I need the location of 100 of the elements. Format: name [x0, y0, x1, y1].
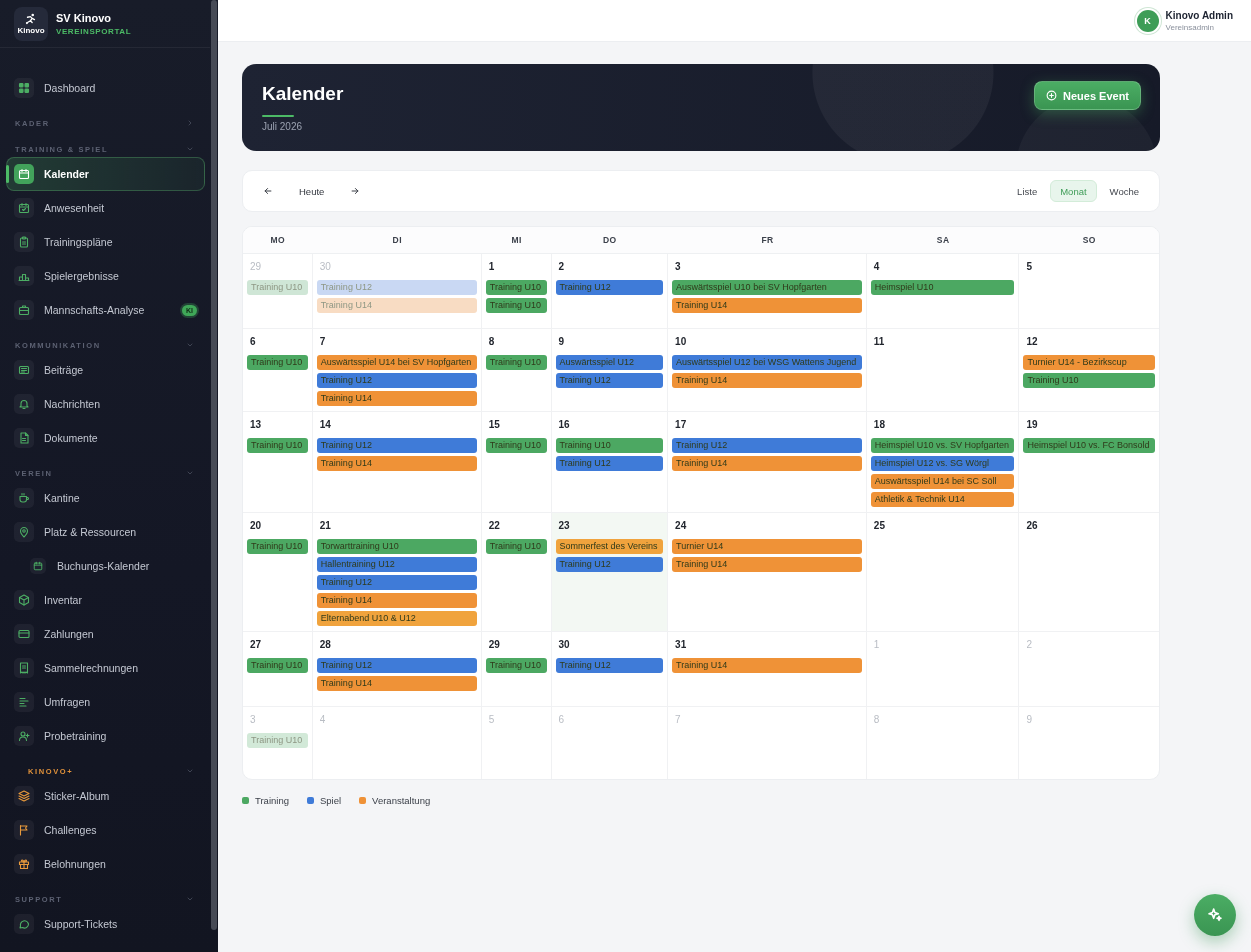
day-cell[interactable]: 24 Turnier U14 Training U14	[668, 513, 867, 632]
calendar-event[interactable]: Athletik & Technik U14	[870, 492, 1015, 507]
nav-item[interactable]: Sticker-Album	[6, 779, 205, 813]
calendar-event[interactable]: Training U10	[247, 355, 308, 370]
day-cell[interactable]: 6 Training U10	[243, 329, 313, 412]
nav-item[interactable]: Spielergebnisse	[6, 259, 205, 293]
calendar-event[interactable]: Training U14	[316, 456, 477, 471]
calendar-event[interactable]: Training U10	[247, 539, 308, 554]
day-cell[interactable]: 5	[1019, 254, 1159, 329]
day-cell[interactable]: 4 Heimspiel U10	[866, 254, 1020, 329]
calendar-event[interactable]: Training U14	[316, 676, 477, 691]
day-cell[interactable]: 19 Heimspiel U10 vs. FC Bonsold	[1019, 412, 1159, 513]
day-cell[interactable]: 20 Training U10	[243, 513, 313, 632]
user-avatar[interactable]: K	[1136, 9, 1159, 32]
calendar-event[interactable]: Training U14	[316, 391, 477, 406]
calendar-event[interactable]: Heimspiel U10 vs. FC Bonsold	[1023, 438, 1155, 453]
nav-item[interactable]: Support-Tickets	[6, 907, 205, 941]
scrollbar-thumb[interactable]	[211, 0, 217, 930]
calendar-event[interactable]: Training U12	[316, 658, 477, 673]
calendar-event[interactable]: Auswärtsspiel U14 bei SV Hopfgarten	[316, 355, 477, 370]
calendar-event[interactable]: Training U10	[485, 280, 547, 295]
day-cell[interactable]: 9 Auswärtsspiel U12 Training U12	[551, 329, 669, 412]
nav-item[interactable]: Umfragen	[6, 685, 205, 719]
nav-item[interactable]: Challenges	[6, 813, 205, 847]
day-cell[interactable]: 23 Sommerfest des Vereins Training U12	[551, 513, 669, 632]
calendar-event[interactable]: Auswärtsspiel U10 bei SV Hopfgarten	[672, 280, 862, 295]
day-cell[interactable]: 12 Turnier U14 - Bezirkscup Training U10	[1019, 329, 1159, 412]
nav-item[interactable]: Buchungs-Kalender	[6, 549, 205, 583]
nav-item[interactable]: Inventar	[6, 583, 205, 617]
calendar-event[interactable]: Training U12	[555, 373, 664, 388]
nav-item[interactable]: Kalender	[6, 157, 205, 191]
calendar-event[interactable]: Training U12	[316, 575, 477, 590]
nav-item[interactable]: Trainingspläne	[6, 225, 205, 259]
view-tab[interactable]: Monat	[1050, 180, 1097, 202]
calendar-event[interactable]: Training U10	[247, 438, 308, 453]
day-cell[interactable]: 21 Torwarttraining U10 Hallentraining U12 Training U12 Training U14 Elternabend U10 & U12	[312, 513, 482, 632]
day-cell[interactable]: 26	[1019, 513, 1159, 632]
day-cell[interactable]: 1 Training U10 Training U10	[481, 254, 552, 329]
day-cell[interactable]: 31 Training U14	[668, 632, 867, 707]
calendar-event[interactable]: Training U12	[555, 557, 664, 572]
calendar-event[interactable]: Training U12	[316, 373, 477, 388]
day-cell[interactable]: 30 Training U12	[551, 632, 669, 707]
nav-item[interactable]: Belohnungen	[6, 847, 205, 881]
calendar-event[interactable]: Turnier U14	[672, 539, 862, 554]
calendar-event[interactable]: Training U10	[485, 438, 547, 453]
calendar-event[interactable]: Training U14	[672, 456, 862, 471]
assistant-button[interactable]	[1194, 894, 1236, 936]
calendar-event[interactable]: Training U12	[555, 280, 664, 295]
day-cell[interactable]: 16 Training U10 Training U12	[551, 412, 669, 513]
day-cell[interactable]: 15 Training U10	[481, 412, 552, 513]
day-cell[interactable]: 17 Training U12 Training U14	[668, 412, 867, 513]
day-cell[interactable]: 8 Training U10	[481, 329, 552, 412]
new-event-button[interactable]: Neues Event	[1034, 81, 1141, 110]
day-cell[interactable]: 14 Training U12 Training U14	[312, 412, 482, 513]
calendar-event[interactable]: Training U12	[555, 658, 664, 673]
calendar-event[interactable]: Training U14	[672, 557, 862, 572]
calendar-event[interactable]: Training U14	[672, 373, 862, 388]
calendar-event[interactable]: Training U10	[485, 539, 547, 554]
day-cell[interactable]: 3 Auswärtsspiel U10 bei SV Hopfgarten Training U14	[668, 254, 867, 329]
day-cell[interactable]: 27 Training U10	[243, 632, 313, 707]
calendar-event[interactable]: Training U14	[672, 298, 862, 313]
day-cell[interactable]: 7 Auswärtsspiel U14 bei SV Hopfgarten Training U12 Training U14	[312, 329, 482, 412]
nav-item[interactable]: Probetraining	[6, 719, 205, 753]
nav-item[interactable]: Dokumente	[6, 421, 205, 455]
day-cell[interactable]: 18 Heimspiel U10 vs. SV Hopfgarten Heimspiel U12 vs. SG Wörgl Auswärtsspiel U14 bei SC Söll Athletik & Technik U14	[866, 412, 1020, 513]
nav-item[interactable]: Beiträge	[6, 353, 205, 387]
calendar-event[interactable]: Sommerfest des Vereins	[555, 539, 664, 554]
day-cell[interactable]: 11	[866, 329, 1020, 412]
day-cell[interactable]: 13 Training U10	[243, 412, 313, 513]
calendar-event[interactable]: Training U10	[555, 438, 664, 453]
calendar-event[interactable]: Torwarttraining U10	[316, 539, 477, 554]
calendar-event[interactable]: Heimspiel U12 vs. SG Wörgl	[870, 456, 1015, 471]
calendar-event[interactable]: Training U12	[316, 438, 477, 453]
day-cell[interactable]: 2 Training U12	[551, 254, 669, 329]
calendar-event[interactable]: Training U10	[247, 658, 308, 673]
day-cell[interactable]: 10 Auswärtsspiel U12 bei WSG Wattens Jugend Training U14	[668, 329, 867, 412]
calendar-event[interactable]: Heimspiel U10 vs. SV Hopfgarten	[870, 438, 1015, 453]
nav-item[interactable]: Platz & Ressourcen	[6, 515, 205, 549]
calendar-event[interactable]: Training U12	[672, 438, 862, 453]
calendar-event[interactable]: Training U14	[672, 658, 862, 673]
calendar-event[interactable]: Training U10	[485, 298, 547, 313]
nav-item[interactable]: Zahlungen	[6, 617, 205, 651]
calendar-event[interactable]: Auswärtsspiel U12 bei WSG Wattens Jugend	[672, 355, 862, 370]
calendar-event[interactable]: Training U10	[1023, 373, 1155, 388]
nav-item[interactable]: Sammelrechnungen	[6, 651, 205, 685]
calendar-event[interactable]: Training U12	[555, 456, 664, 471]
calendar-event[interactable]: Training U14	[316, 593, 477, 608]
calendar-event[interactable]: Elternabend U10 & U12	[316, 611, 477, 626]
calendar-event[interactable]: Turnier U14 - Bezirkscup	[1023, 355, 1155, 370]
calendar-event[interactable]: Training U10	[485, 658, 547, 673]
day-cell[interactable]: 29 Training U10	[481, 632, 552, 707]
nav-item[interactable]: Dashboard	[6, 71, 205, 105]
nav-item[interactable]: Kantine	[6, 481, 205, 515]
calendar-event[interactable]: Heimspiel U10	[870, 280, 1015, 295]
day-cell[interactable]: 22 Training U10	[481, 513, 552, 632]
calendar-event[interactable]: Auswärtsspiel U12	[555, 355, 664, 370]
day-cell[interactable]: 25	[866, 513, 1020, 632]
calendar-event[interactable]: Hallentraining U12	[316, 557, 477, 572]
day-cell[interactable]: 28 Training U12 Training U14	[312, 632, 482, 707]
nav-item[interactable]: Anwesenheit	[6, 191, 205, 225]
